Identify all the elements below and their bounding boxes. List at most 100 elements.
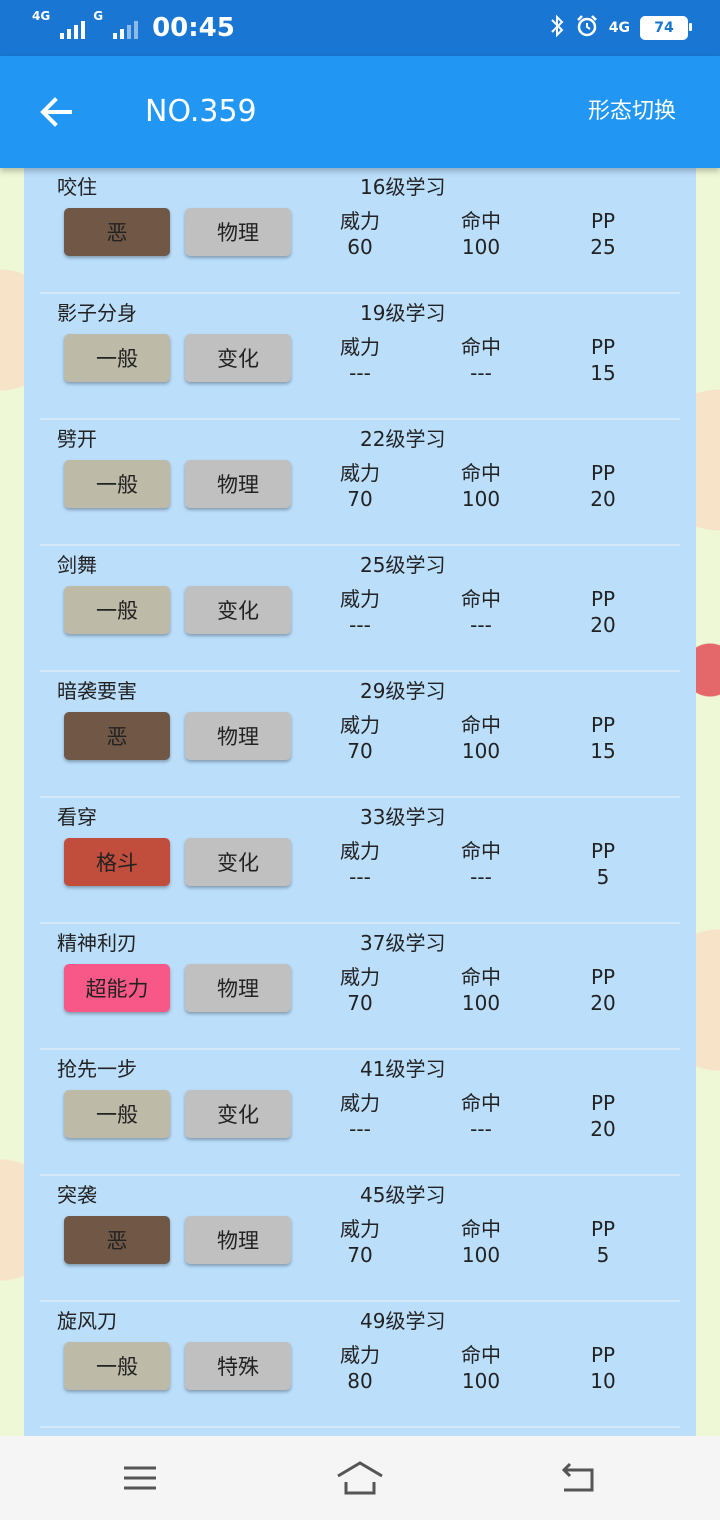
move-name: 剑舞 [57,553,97,577]
accuracy-stat: 命中 --- [441,586,521,638]
power-label: 威力 [340,587,380,611]
accuracy-stat: 命中 --- [441,838,521,890]
navigation-bar [0,1436,720,1520]
pp-stat: PP 20 [563,1090,643,1142]
move-name: 咬住 [57,175,97,199]
pp-value: 5 [596,865,610,889]
pp-label: PP [590,1217,616,1241]
accuracy-stat: 命中 --- [441,1090,521,1142]
pp-stat: PP 15 [563,334,643,386]
move-name: 劈开 [57,427,97,451]
move-row[interactable]: 精神利刃 37级学习 超能力 物理 威力 70 命中 100 PP 20 [40,924,680,1050]
page-title: NO.359 [145,94,257,129]
move-learn-level: 29级学习 [360,679,446,703]
power-value: --- [349,613,371,637]
pp-label: PP [590,461,616,485]
accuracy-label: 命中 [461,335,501,359]
status-bar: 4G G 00:45 4G 74 [0,0,720,56]
power-label: 威力 [340,713,380,737]
home-icon [337,1461,383,1495]
category-badge: 物理 [185,460,291,508]
back-nav-button[interactable] [548,1456,608,1500]
move-row[interactable]: 劈开 22级学习 一般 物理 威力 70 命中 100 PP 20 [40,420,680,546]
move-row[interactable]: 抢先一步 41级学习 一般 变化 威力 --- 命中 --- PP 20 [40,1050,680,1176]
move-row[interactable]: 旋风刀 49级学习 一般 特殊 威力 80 命中 100 PP 10 [40,1302,680,1428]
move-row[interactable]: 看穿 33级学习 格斗 变化 威力 --- 命中 --- PP 5 [40,798,680,924]
pp-value: 5 [596,1243,610,1267]
power-value: --- [349,361,371,385]
pp-value: 25 [590,235,616,259]
power-label: 威力 [340,335,380,359]
pp-value: 20 [590,613,616,637]
accuracy-label: 命中 [461,965,501,989]
move-learn-level: 22级学习 [360,427,446,451]
accuracy-value: 100 [461,235,501,259]
power-value: 70 [347,991,373,1015]
power-value: 70 [347,739,373,763]
category-badge: 变化 [185,586,291,634]
accuracy-stat: 命中 100 [441,964,521,1016]
menu-icon [124,1466,156,1490]
mode-switch-button[interactable]: 形态切换 [588,96,676,128]
pp-stat: PP 25 [563,208,643,260]
pp-label: PP [590,1343,616,1367]
move-learn-level: 16级学习 [360,175,446,199]
move-name: 影子分身 [57,301,137,325]
move-row[interactable]: 突袭 45级学习 恶 物理 威力 70 命中 100 PP 5 [40,1176,680,1302]
category-badge: 物理 [185,208,291,256]
move-learn-level: 45级学习 [360,1183,446,1207]
accuracy-stat: 命中 100 [441,1342,521,1394]
move-row[interactable]: 暗袭要害 29级学习 恶 物理 威力 70 命中 100 PP 15 [40,672,680,798]
power-value: 60 [347,235,373,259]
accuracy-value: 100 [461,739,501,763]
arrow-left-icon [40,97,72,127]
power-value: 80 [347,1369,373,1393]
type-badge: 恶 [64,1216,170,1264]
pp-label: PP [590,839,616,863]
pp-value: 20 [590,487,616,511]
power-label: 威力 [340,1091,380,1115]
power-label: 威力 [340,1217,380,1241]
pp-value: 20 [590,991,616,1015]
move-row[interactable]: 咬住 16级学习 恶 物理 威力 60 命中 100 PP 25 [40,168,680,294]
power-stat: 威力 70 [320,712,400,764]
signal-icon-2 [113,17,139,39]
accuracy-label: 命中 [461,461,501,485]
move-name: 暗袭要害 [57,679,137,703]
home-button[interactable] [330,1456,390,1500]
power-stat: 威力 --- [320,586,400,638]
pp-label: PP [590,713,616,737]
accuracy-label: 命中 [461,209,501,233]
network-type-2: G [93,9,104,23]
accuracy-stat: 命中 100 [441,208,521,260]
power-label: 威力 [340,965,380,989]
power-stat: 威力 70 [320,1216,400,1268]
type-badge: 一般 [64,334,170,382]
battery-level: 74 [654,20,674,36]
power-stat: 威力 --- [320,334,400,386]
pp-value: 10 [590,1369,616,1393]
network-type-1: 4G [32,9,51,23]
accuracy-value: --- [470,865,492,889]
accuracy-value: --- [470,361,492,385]
type-badge: 一般 [64,1342,170,1390]
move-name: 精神利刃 [57,931,137,955]
category-badge: 物理 [185,712,291,760]
pp-stat: PP 10 [563,1342,643,1394]
network-type-3: 4G [608,20,630,36]
power-value: 70 [347,1243,373,1267]
pp-label: PP [590,587,616,611]
battery-icon: 74 [640,16,692,40]
accuracy-value: 100 [461,1243,501,1267]
move-learn-level: 41级学习 [360,1057,446,1081]
move-row[interactable]: 剑舞 25级学习 一般 变化 威力 --- 命中 --- PP 20 [40,546,680,672]
pp-label: PP [590,209,616,233]
pp-stat: PP 15 [563,712,643,764]
category-badge: 物理 [185,1216,291,1264]
return-icon [561,1462,594,1492]
back-button[interactable] [28,84,84,140]
category-badge: 变化 [185,838,291,886]
move-name: 抢先一步 [57,1057,137,1081]
menu-button[interactable] [110,1456,170,1500]
move-row[interactable]: 影子分身 19级学习 一般 变化 威力 --- 命中 --- PP 15 [40,294,680,420]
